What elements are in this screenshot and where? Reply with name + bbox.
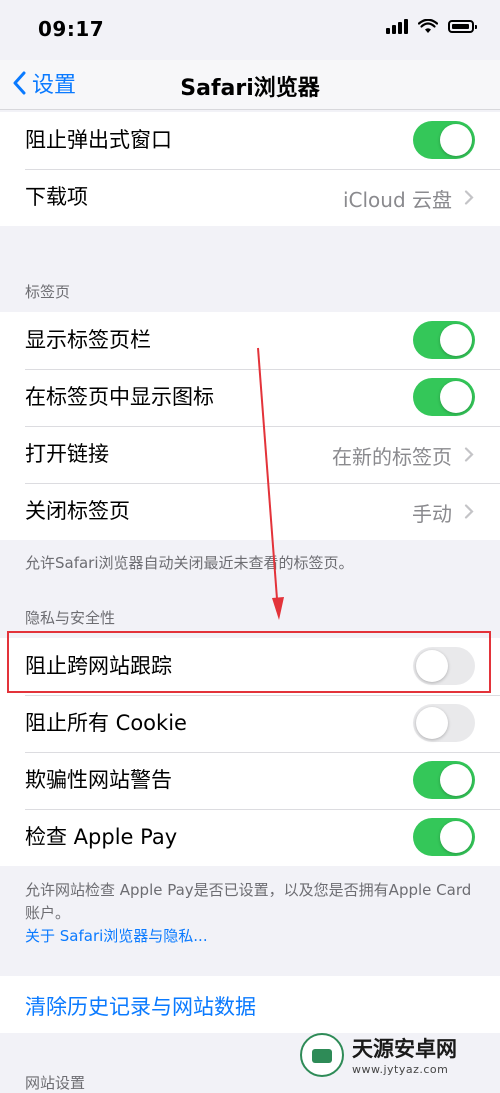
watermark-logo-icon [300,1032,344,1077]
row-label: 关闭标签页 [25,499,130,523]
chevron-right-icon [464,190,474,205]
privacy-footer-text: 允许网站检查 Apple Pay是否已设置，以及您是否拥有Apple Card账… [25,881,472,922]
row-show-tab-bar[interactable]: 显示标签页栏 [0,312,500,369]
status-icons [386,18,477,34]
status-time: 09:17 [38,17,105,41]
row-label: 在标签页中显示图标 [25,385,214,409]
row-open-links[interactable]: 打开链接 在新的标签页 [0,426,500,483]
highlight-box [7,631,491,693]
row-label: 阻止弹出式窗口 [25,128,172,152]
wifi-icon [418,18,438,33]
chevron-right-icon [464,447,474,462]
row-downloads[interactable]: 下载项 iCloud 云盘 [0,169,500,226]
watermark-url: www.jytyaz.com [352,1063,449,1076]
chevron-right-icon [464,504,474,519]
tabs-group: 显示标签页栏 在标签页中显示图标 打开链接 在新的标签页 关闭标签页 手动 [0,312,500,540]
row-block-popups[interactable]: 阻止弹出式窗口 [0,112,500,169]
row-label: 欺骗性网站警告 [25,768,172,792]
watermark-title: 天源安卓网 [352,1037,457,1061]
row-clear-history[interactable]: 清除历史记录与网站数据 [0,976,500,1033]
row-fraudulent-website-warning[interactable]: 欺骗性网站警告 [0,752,500,809]
general-group: 阻止弹出式窗口 下载项 iCloud 云盘 [0,112,500,226]
toggle-fraudulent-website-warning[interactable] [413,761,475,799]
navigation-bar: 设置 Safari浏览器 [0,60,500,110]
tabs-footer-text: 允许Safari浏览器自动关闭最近未查看的标签页。 [25,554,354,572]
row-label: 下载项 [25,185,88,209]
cellular-signal-icon [386,18,408,34]
row-label: 显示标签页栏 [25,328,151,352]
row-value: 手动 [412,502,452,526]
status-bar: 09:17 [0,0,500,60]
row-value: 在新的标签页 [332,445,452,469]
row-label: 阻止所有 Cookie [25,711,187,735]
row-label: 打开链接 [25,442,109,466]
toggle-check-apple-pay[interactable] [413,818,475,856]
safari-privacy-link[interactable]: 关于 Safari浏览器与隐私... [25,925,208,946]
row-show-icons-in-tabs[interactable]: 在标签页中显示图标 [0,369,500,426]
row-block-all-cookies[interactable]: 阻止所有 Cookie [0,695,500,752]
clear-history-group: 清除历史记录与网站数据 [0,976,500,1033]
section-header-tabs: 标签页 [25,283,71,301]
row-check-apple-pay[interactable]: 检查 Apple Pay [0,809,500,866]
page-title: Safari浏览器 [180,76,320,101]
row-value: iCloud 云盘 [342,188,452,212]
clear-history-button[interactable]: 清除历史记录与网站数据 [25,991,256,1021]
toggle-block-all-cookies[interactable] [413,704,475,742]
section-header-privacy: 隐私与安全性 [25,609,116,627]
battery-icon [448,19,477,33]
toggle-show-tab-bar[interactable] [413,321,475,359]
toggle-show-icons-in-tabs[interactable] [413,378,475,416]
row-close-tabs[interactable]: 关闭标签页 手动 [0,483,500,540]
toggle-block-popups[interactable] [413,121,475,159]
watermark: 天源安卓网 www.jytyaz.com [300,1026,500,1083]
row-label: 检查 Apple Pay [25,825,178,849]
